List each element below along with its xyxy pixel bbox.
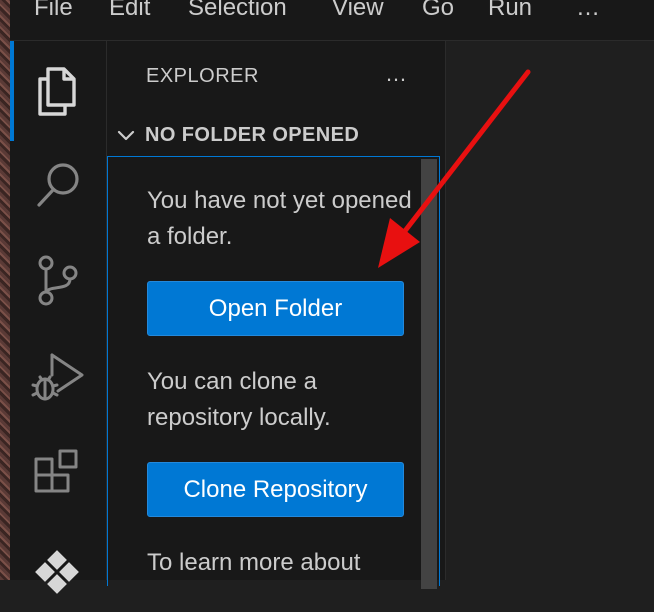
open-folder-button[interactable]: Open Folder [147, 281, 404, 336]
menu-bar: File Edit Selection View Go Run … [10, 0, 654, 41]
sidebar-title: EXPLORER [146, 65, 259, 87]
menu-go[interactable]: Go [422, 0, 454, 25]
source-control-icon[interactable] [28, 251, 88, 311]
menu-view[interactable]: View [332, 0, 384, 25]
menu-edit[interactable]: Edit [109, 0, 150, 25]
menu-selection[interactable]: Selection [188, 0, 287, 25]
remote-icon[interactable] [28, 547, 88, 607]
section-title: NO FOLDER OPENED [145, 123, 360, 146]
extensions-icon[interactable] [28, 441, 88, 501]
menu-more-button[interactable]: … [576, 0, 602, 25]
clone-repository-button[interactable]: Clone Repository [147, 462, 404, 517]
menu-file[interactable]: File [34, 0, 73, 25]
activity-bar [10, 41, 107, 594]
chevron-down-icon [117, 130, 135, 141]
welcome-message-clone: You can clone a repository locally. [147, 368, 331, 431]
annotation-arrow [378, 69, 531, 268]
welcome-message-learn-more: To learn more about [147, 549, 361, 576]
run-debug-icon[interactable] [28, 345, 88, 405]
active-indicator [10, 41, 14, 141]
files-icon[interactable] [28, 61, 88, 121]
menu-run[interactable]: Run [488, 0, 532, 25]
search-icon[interactable] [28, 155, 88, 215]
desktop-background [0, 0, 10, 580]
